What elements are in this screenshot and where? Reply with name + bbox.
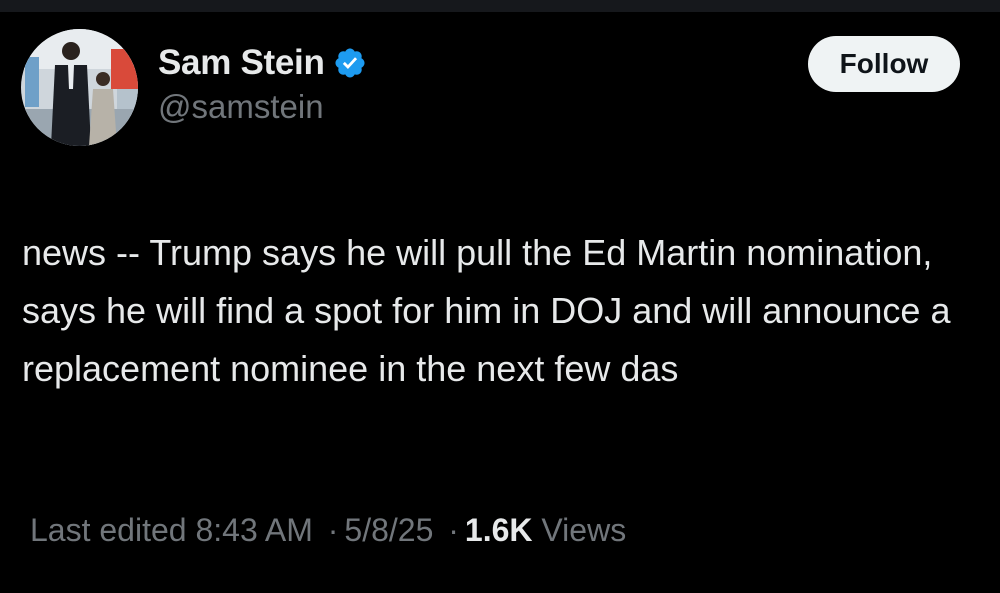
top-bar [0,0,1000,12]
verified-badge-icon [333,46,367,80]
author-name-row: Sam Stein [158,42,367,84]
avatar-photo-icon [21,29,138,146]
tweet: Sam Stein @samstein Follow news -- Trump… [0,12,1000,593]
meta-separator: · [327,512,339,548]
last-edited-timestamp[interactable]: Last edited 8:43 AM [30,512,313,548]
follow-button[interactable]: Follow [808,36,960,92]
views-label: Views [541,512,627,548]
author-handle[interactable]: @samstein [158,88,367,126]
tweet-text: news -- Trump says he will pull the Ed M… [22,232,951,389]
author-block: Sam Stein @samstein [158,42,367,126]
meta-separator: · [448,512,459,548]
tweet-meta: Last edited 8:43 AM · 5/8/25 · 1.6K Views [30,512,626,549]
tweet-date[interactable]: 5/8/25 [344,512,433,548]
avatar[interactable] [21,29,138,146]
views-count[interactable]: 1.6K [465,512,533,548]
author-display-name[interactable]: Sam Stein [158,43,325,83]
